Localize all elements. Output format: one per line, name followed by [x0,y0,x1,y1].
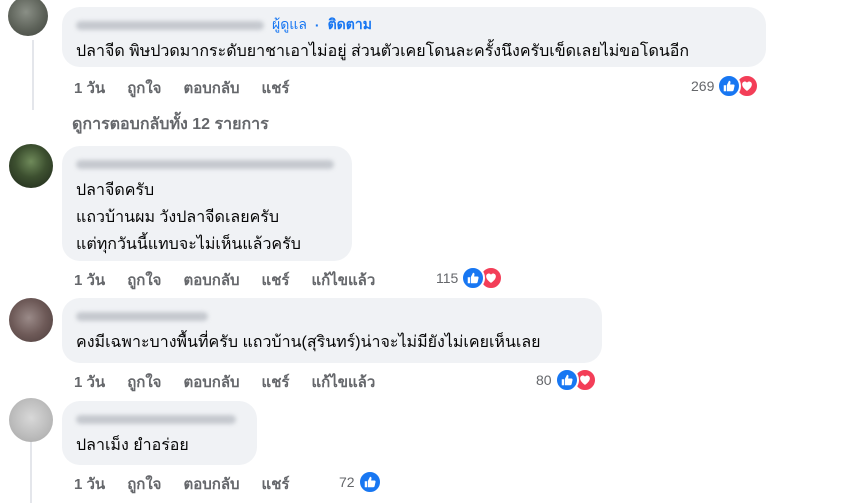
reply-button[interactable]: ตอบกลับ [183,370,239,394]
author-name-blurred[interactable] [76,414,236,424]
comment-bubble: คงมีเฉพาะบางพื้นที่ครับ แถวบ้าน(สุรินทร์… [62,298,602,363]
reply-button[interactable]: ตอบกลับ [183,472,239,496]
share-button[interactable]: แชร์ [262,268,290,292]
reaction-summary[interactable]: 72 [339,470,382,494]
author-name-blurred[interactable] [76,311,208,321]
reaction-count: 80 [536,372,552,388]
view-replies-link[interactable]: ดูการตอบกลับทั้ง 12 รายการ [72,112,269,137]
edited-label[interactable]: แก้ไขแล้ว [311,268,375,292]
comment-time[interactable]: 1 วัน [74,472,105,496]
thread-line [30,440,32,503]
comment-time[interactable]: 1 วัน [74,76,105,100]
comment-text: ปลาเม็ง ยำอร่อย [76,437,189,454]
reaction-summary[interactable]: 115 [436,266,504,290]
like-button[interactable]: ถูกใจ [127,472,161,496]
like-icon [554,368,579,392]
like-button[interactable]: ถูกใจ [127,268,161,292]
avatar[interactable] [9,144,53,188]
like-icon [357,470,382,494]
edited-label[interactable]: แก้ไขแล้ว [311,370,375,394]
author-name-blurred[interactable] [76,20,264,30]
avatar[interactable] [8,0,48,36]
share-button[interactable]: แชร์ [262,370,290,394]
comment-time[interactable]: 1 วัน [74,370,105,394]
comment-actions: 1 วัน ถูกใจ ตอบกลับ แชร์ [74,474,289,494]
share-button[interactable]: แชร์ [262,472,290,496]
reaction-summary[interactable]: 269 [691,74,760,98]
reaction-count: 115 [436,270,459,286]
admin-badge: ผู้ดูแล [272,16,307,32]
comment-text: ปลาจีด พิษปวดมากระดับยาชาเอาไม่อยู่ ส่วน… [76,43,690,60]
reaction-summary[interactable]: 80 [536,368,597,392]
comment-author[interactable] [76,155,338,173]
comment-bubble: ปลาเม็ง ยำอร่อย [62,401,257,465]
follow-button[interactable]: ติดตาม [328,14,372,36]
thread-line [32,40,34,110]
comment-author[interactable] [76,410,243,428]
like-button[interactable]: ถูกใจ [127,370,161,394]
avatar[interactable] [9,398,53,442]
comment-author[interactable]: ผู้ดูแล · ติดตาม [76,16,752,34]
comment-text: แถวบ้านผม วังปลาจีดเลยครับ [76,209,280,226]
like-button[interactable]: ถูกใจ [127,76,161,100]
avatar[interactable] [9,298,53,342]
comment-actions: 1 วัน ถูกใจ ตอบกลับ แชร์ แก้ไขแล้ว [74,372,375,392]
comment-bubble: ผู้ดูแล · ติดตาม ปลาจีด พิษปวดมากระดับยา… [62,7,766,67]
comment-text: คงมีเฉพาะบางพื้นที่ครับ แถวบ้าน(สุรินทร์… [76,334,541,351]
reply-button[interactable]: ตอบกลับ [183,76,239,100]
reaction-count: 72 [339,474,355,490]
share-button[interactable]: แชร์ [262,76,290,100]
author-name-blurred[interactable] [76,159,334,169]
reply-button[interactable]: ตอบกลับ [183,268,239,292]
comment-text: แต่ทุกวันนี้แทบจะไม่เห็นแล้วครับ [76,236,301,253]
reaction-count: 269 [691,78,715,94]
comment-actions: 1 วัน ถูกใจ ตอบกลับ แชร์ แก้ไขแล้ว [74,270,375,290]
comment-author[interactable] [76,307,588,325]
comment-actions: 1 วัน ถูกใจ ตอบกลับ แชร์ [74,78,289,98]
comment-time[interactable]: 1 วัน [74,268,105,292]
comment-text: ปลาจีดครับ [76,182,155,199]
comment-bubble: ปลาจีดครับ แถวบ้านผม วังปลาจีดเลยครับ แต… [62,146,352,261]
separator-dot: · [314,17,320,33]
